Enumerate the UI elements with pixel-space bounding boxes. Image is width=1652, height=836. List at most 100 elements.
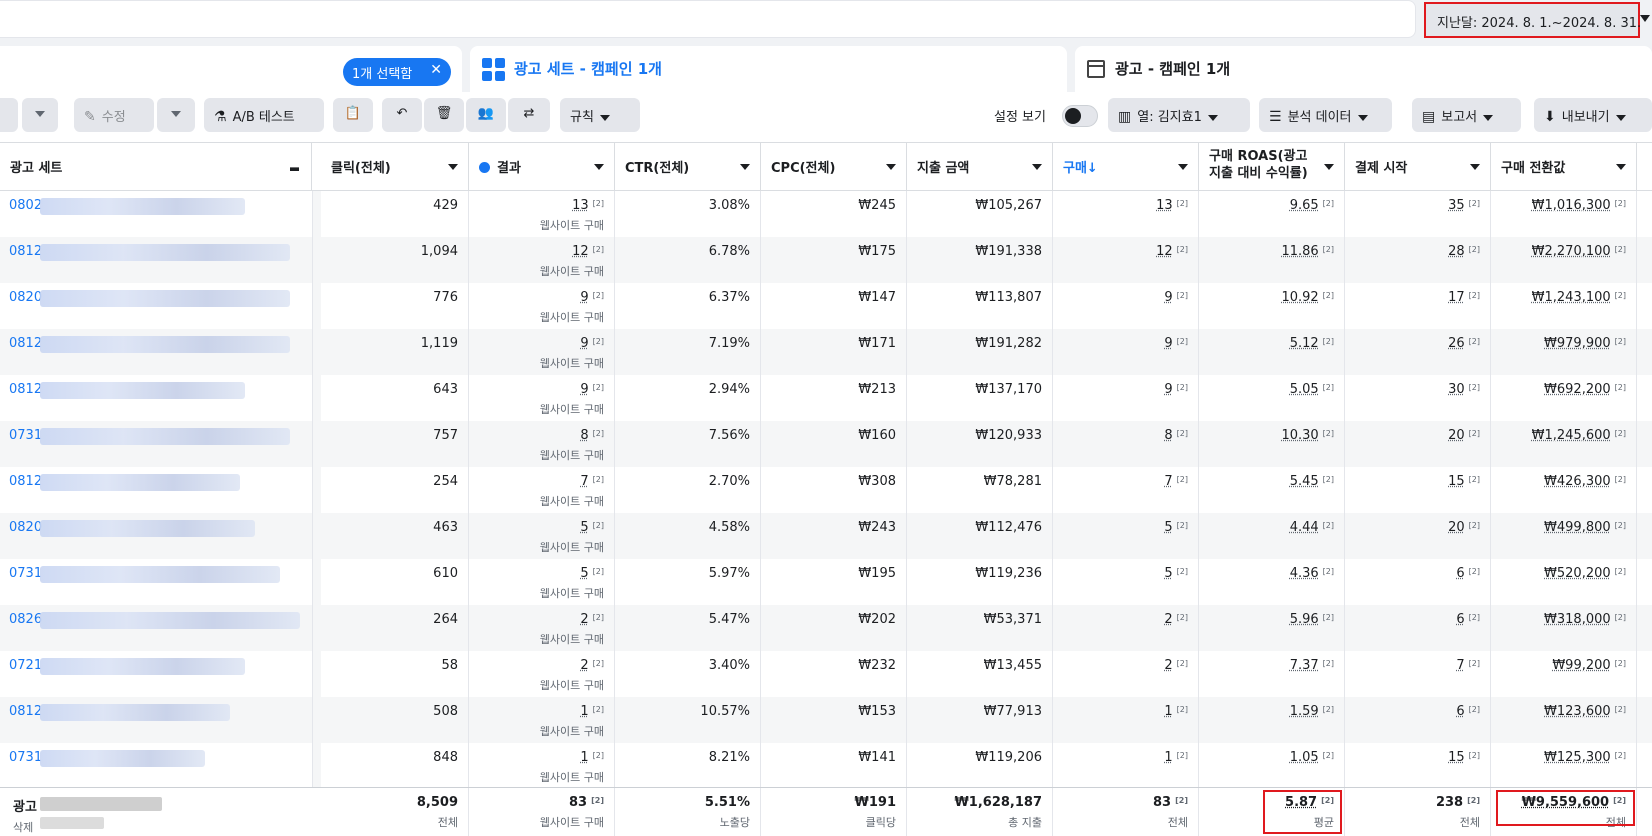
- table-row[interactable]: 0812 1,094 12 [2] 웹사이트 구매 6.78% ₩175 ₩191,338 12…: [0, 237, 1652, 283]
- cell-value[interactable]: ₩520,200: [1544, 566, 1611, 581]
- cell-value[interactable]: 6: [1456, 612, 1464, 627]
- adset-name-link[interactable]: 0812: [9, 336, 42, 351]
- tab-ads[interactable]: 광고 - 캠페인 1개: [1075, 46, 1652, 92]
- preview-button[interactable]: ⇄: [508, 98, 550, 132]
- column-header-conv-value[interactable]: 구매 전환값: [1491, 143, 1637, 191]
- column-header-spend[interactable]: 지출 금액: [907, 143, 1053, 191]
- cell-value[interactable]: 7: [580, 474, 588, 489]
- cell-value[interactable]: 12: [572, 244, 589, 259]
- column-header-clicks[interactable]: 클릭(전체): [321, 143, 469, 191]
- cell-value[interactable]: 5.05: [1290, 382, 1319, 397]
- table-row[interactable]: 0731 757 8 [2] 웹사이트 구매 7.56% ₩160 ₩120,933 8 [2] 1…: [0, 421, 1652, 467]
- cell-value[interactable]: 20: [1448, 428, 1465, 443]
- cell-value[interactable]: 5: [1164, 566, 1172, 581]
- chevron-down-icon[interactable]: [1640, 15, 1650, 22]
- cell-value[interactable]: 5.12: [1290, 336, 1319, 351]
- cell-value[interactable]: ₩2,270,100: [1532, 244, 1611, 259]
- search-input[interactable]: [0, 0, 1416, 38]
- edit-button[interactable]: ✎ 수정: [74, 98, 154, 132]
- rules-button[interactable]: 규칙: [560, 98, 640, 132]
- cell-value[interactable]: 4.36: [1290, 566, 1319, 581]
- chevron-down-icon[interactable]: [1616, 164, 1626, 170]
- cell-value[interactable]: 11.86: [1281, 244, 1318, 259]
- cell-value[interactable]: 9: [580, 336, 588, 351]
- cell-value[interactable]: ₩1,245,600: [1532, 428, 1611, 443]
- table-row[interactable]: 0812 643 9 [2] 웹사이트 구매 2.94% ₩213 ₩137,170 9 [2] 5…: [0, 375, 1652, 421]
- adset-name-cell[interactable]: 0731: [0, 559, 312, 605]
- cell-value[interactable]: ₩692,200: [1544, 382, 1611, 397]
- chevron-down-icon[interactable]: [1470, 164, 1480, 170]
- columns-button[interactable]: ▥ 열: 김지효1: [1108, 98, 1250, 132]
- chevron-down-icon[interactable]: [1324, 164, 1334, 170]
- ab-test-button[interactable]: ⚗ A/B 테스트: [204, 98, 324, 132]
- duplicate-button[interactable]: [0, 98, 18, 132]
- cell-value[interactable]: 1.59: [1290, 704, 1319, 719]
- cell-value[interactable]: 5: [1164, 520, 1172, 535]
- adset-name-cell[interactable]: 0812: [0, 237, 312, 283]
- cell-value[interactable]: ₩499,800: [1544, 520, 1611, 535]
- table-row[interactable]: 0721 58 2 [2] 웹사이트 구매 3.40% ₩232 ₩13,455 2 [2] 7.3…: [0, 651, 1652, 697]
- table-row[interactable]: 0826 264 2 [2] 웹사이트 구매 5.47% ₩202 ₩53,371 2 [2] 5.…: [0, 605, 1652, 651]
- tab-campaigns[interactable]: 1개 선택함 ✕: [0, 46, 462, 92]
- table-row[interactable]: 0820 776 9 [2] 웹사이트 구매 6.37% ₩147 ₩113,807 9 [2] 1…: [0, 283, 1652, 329]
- adset-name-link[interactable]: 0802: [9, 198, 42, 213]
- adset-name-link[interactable]: 0812: [9, 244, 42, 259]
- cell-value[interactable]: 35: [1448, 198, 1465, 213]
- cell-value[interactable]: 2: [580, 658, 588, 673]
- cell-value[interactable]: 13: [1156, 198, 1173, 213]
- column-header-checkout[interactable]: 결제 시작: [1345, 143, 1491, 191]
- cell-value[interactable]: 13: [572, 198, 589, 213]
- cell-value[interactable]: 9: [1164, 336, 1172, 351]
- cell-value[interactable]: 5: [580, 520, 588, 535]
- cell-value[interactable]: 8: [1164, 428, 1172, 443]
- chevron-down-icon[interactable]: [594, 164, 604, 170]
- info-icon[interactable]: [479, 162, 490, 173]
- cell-value[interactable]: ₩318,000: [1544, 612, 1611, 627]
- table-row[interactable]: 0812 1,119 9 [2] 웹사이트 구매 7.19% ₩171 ₩191,282 9 [2…: [0, 329, 1652, 375]
- cell-value[interactable]: ₩1,016,300: [1532, 198, 1611, 213]
- cell-value[interactable]: ₩99,200: [1552, 658, 1610, 673]
- export-button[interactable]: ⬇ 내보내기: [1534, 98, 1652, 132]
- cell-value[interactable]: 7: [1164, 474, 1172, 489]
- tab-adsets[interactable]: 광고 세트 - 캠페인 1개: [470, 46, 1067, 92]
- cell-value[interactable]: 6: [1456, 566, 1464, 581]
- cell-value[interactable]: 12: [1156, 244, 1173, 259]
- adset-name-link[interactable]: 0812: [9, 704, 42, 719]
- cell-value[interactable]: 1: [1164, 750, 1172, 765]
- cell-value[interactable]: 7: [1456, 658, 1464, 673]
- chevron-down-icon[interactable]: [740, 164, 750, 170]
- cell-value[interactable]: 5.96: [1290, 612, 1319, 627]
- cell-value[interactable]: 1: [580, 704, 588, 719]
- adset-name-cell[interactable]: 0731: [0, 421, 312, 467]
- table-row[interactable]: 0812 508 1 [2] 웹사이트 구매 10.57% ₩153 ₩77,913 1 [2] 1…: [0, 697, 1652, 743]
- column-header-name[interactable]: 광고 세트: [0, 143, 312, 191]
- cell-value[interactable]: 17: [1448, 290, 1465, 305]
- adset-name-cell[interactable]: 0812: [0, 697, 312, 743]
- adset-name-cell[interactable]: 0826: [0, 605, 312, 651]
- cell-value[interactable]: 26: [1448, 336, 1465, 351]
- table-row[interactable]: 0731 610 5 [2] 웹사이트 구매 5.97% ₩195 ₩119,236 5 [2] 4…: [0, 559, 1652, 605]
- adset-name-link[interactable]: 0812: [9, 382, 42, 397]
- cell-value[interactable]: 1: [1164, 704, 1172, 719]
- date-range-picker[interactable]: 지난달: 2024. 8. 1.~2024. 8. 31.: [1424, 2, 1641, 38]
- undo-button[interactable]: ↶: [382, 98, 422, 132]
- cell-value[interactable]: 30: [1448, 382, 1465, 397]
- cell-value[interactable]: ₩1,243,100: [1532, 290, 1611, 305]
- audience-button[interactable]: 👥: [466, 98, 506, 132]
- cell-value[interactable]: 9: [1164, 290, 1172, 305]
- column-header-purchases[interactable]: 구매↓: [1053, 143, 1199, 191]
- cell-value[interactable]: 6: [1456, 704, 1464, 719]
- view-settings-toggle[interactable]: [1062, 105, 1098, 127]
- table-row[interactable]: 0820 463 5 [2] 웹사이트 구매 4.58% ₩243 ₩112,476 5 [2] 4…: [0, 513, 1652, 559]
- adset-name-link[interactable]: 0731: [9, 566, 42, 581]
- adset-name-cell[interactable]: 0812: [0, 467, 312, 513]
- cell-value[interactable]: 1.05: [1290, 750, 1319, 765]
- cell-value[interactable]: 4.44: [1290, 520, 1319, 535]
- adset-name-cell[interactable]: 0812: [0, 329, 312, 375]
- cell-value[interactable]: ₩125,300: [1544, 750, 1611, 765]
- cell-value[interactable]: ₩426,300: [1544, 474, 1611, 489]
- delete-button[interactable]: 🗑: [424, 98, 464, 132]
- adset-name-link[interactable]: 0820: [9, 520, 42, 535]
- cell-value[interactable]: ₩979,900: [1544, 336, 1611, 351]
- cell-value[interactable]: 9.65: [1290, 198, 1319, 213]
